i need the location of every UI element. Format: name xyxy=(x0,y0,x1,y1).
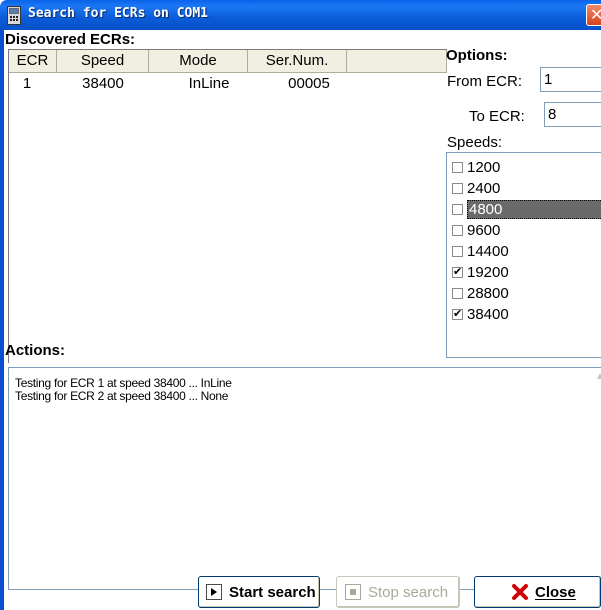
cell-mode: InLine xyxy=(188,75,230,92)
speed-item-38400[interactable]: ✔ 38400 xyxy=(449,304,601,324)
discovered-ecrs-heading: Discovered ECRs: xyxy=(5,31,136,48)
dialog-client-area: Discovered ECRs: ECR Speed Mode Ser.Num.… xyxy=(4,30,601,610)
start-search-button[interactable]: Start search xyxy=(198,576,320,608)
from-ecr-label: From ECR: xyxy=(447,73,522,90)
from-ecr-input[interactable] xyxy=(540,67,601,92)
speed-checkbox[interactable]: ✔ xyxy=(452,308,463,320)
speed-checkbox[interactable] xyxy=(452,182,463,194)
actions-log[interactable]: Testing for ECR 1 at speed 38400 ... InL… xyxy=(8,367,601,590)
speed-item-9600[interactable]: 9600 xyxy=(449,220,601,240)
app-icon xyxy=(7,6,21,25)
close-label: Close xyxy=(535,583,576,601)
cell-speed: 38400 xyxy=(82,75,124,92)
speeds-checklist[interactable]: 1200 2400 4800 9600 14400 ✔ 19200 28800 … xyxy=(446,152,601,358)
log-line: Testing for ECR 2 at speed 38400 ... Non… xyxy=(15,389,229,403)
speed-label: 4800 xyxy=(467,199,601,219)
column-header-sernum[interactable]: Ser.Num. xyxy=(248,50,347,73)
close-x-icon xyxy=(512,584,528,600)
close-button[interactable]: Close xyxy=(474,576,601,608)
column-header-mode[interactable]: Mode xyxy=(149,50,248,73)
speed-label: 19200 xyxy=(467,263,509,281)
speed-checkbox[interactable] xyxy=(452,203,463,215)
window-title: Search for ECRs on COM1 xyxy=(28,6,209,21)
speed-item-19200[interactable]: ✔ 19200 xyxy=(449,262,601,282)
speed-label: 14400 xyxy=(467,242,509,260)
speed-label: 9600 xyxy=(467,221,501,239)
speed-item-1200[interactable]: 1200 xyxy=(449,157,601,177)
stop-search-button[interactable]: Stop search xyxy=(336,576,460,608)
speed-item-2400[interactable]: 2400 xyxy=(449,178,601,198)
search-ecr-window: Search for ECRs on COM1 ✕ Discovered ECR… xyxy=(0,0,601,610)
speed-checkbox[interactable] xyxy=(452,245,463,257)
speed-checkbox[interactable] xyxy=(452,161,463,173)
to-ecr-input[interactable] xyxy=(544,102,601,127)
actions-heading: Actions: xyxy=(5,342,65,359)
speed-item-14400[interactable]: 14400 xyxy=(449,241,601,261)
speed-checkbox[interactable] xyxy=(452,224,463,236)
speed-label: 38400 xyxy=(467,305,509,323)
speed-checkbox[interactable]: ✔ xyxy=(452,266,463,278)
title-bar[interactable]: Search for ECRs on COM1 ✕ xyxy=(0,0,601,30)
options-heading: Options: xyxy=(446,47,508,64)
column-header-ecr[interactable]: ECR xyxy=(9,50,57,73)
cell-ecr: 1 xyxy=(22,75,32,92)
table-row[interactable]: 1 38400 InLine 00005 xyxy=(9,75,361,95)
column-header-speed[interactable]: Speed xyxy=(57,50,149,73)
discovered-ecrs-list[interactable]: ECR Speed Mode Ser.Num. 1 38400 InLine 0… xyxy=(8,49,447,363)
speed-label: 1200 xyxy=(467,158,501,176)
speed-label: 2400 xyxy=(467,179,501,197)
stop-search-label: Stop search xyxy=(368,583,449,601)
scroll-up-icon[interactable]: ▲ xyxy=(595,371,601,382)
speed-checkbox[interactable] xyxy=(452,287,463,299)
speed-label: 28800 xyxy=(467,284,509,302)
stop-icon xyxy=(345,584,361,600)
list-header: ECR Speed Mode Ser.Num. xyxy=(9,50,447,73)
cell-sernum: 00005 xyxy=(288,75,330,92)
play-icon xyxy=(206,584,222,600)
column-header-empty xyxy=(347,50,447,73)
title-close-button[interactable]: ✕ xyxy=(586,4,601,26)
start-search-label: Start search xyxy=(229,583,316,601)
speed-item-28800[interactable]: 28800 xyxy=(449,283,601,303)
to-ecr-label: To ECR: xyxy=(469,108,525,125)
speed-item-4800[interactable]: 4800 xyxy=(449,199,601,219)
speeds-label: Speeds: xyxy=(447,134,503,151)
log-line: Testing for ECR 1 at speed 38400 ... InL… xyxy=(15,376,232,390)
close-icon: ✕ xyxy=(590,7,601,24)
